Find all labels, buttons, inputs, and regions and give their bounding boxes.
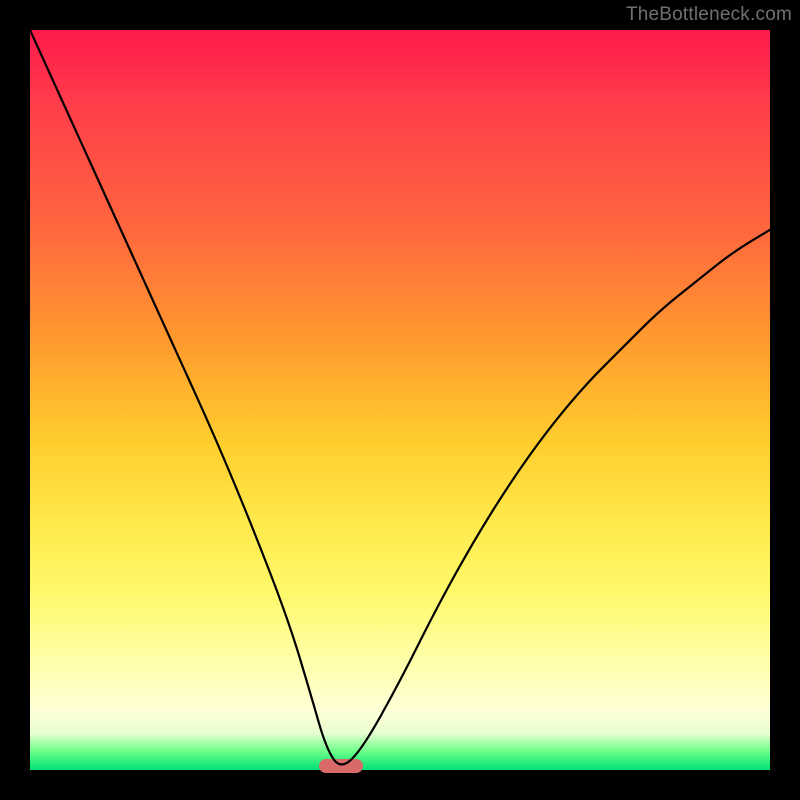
chart-frame: TheBottleneck.com	[0, 0, 800, 800]
watermark-text: TheBottleneck.com	[626, 4, 792, 26]
bottleneck-curve	[30, 30, 770, 770]
plot-area	[30, 30, 770, 770]
